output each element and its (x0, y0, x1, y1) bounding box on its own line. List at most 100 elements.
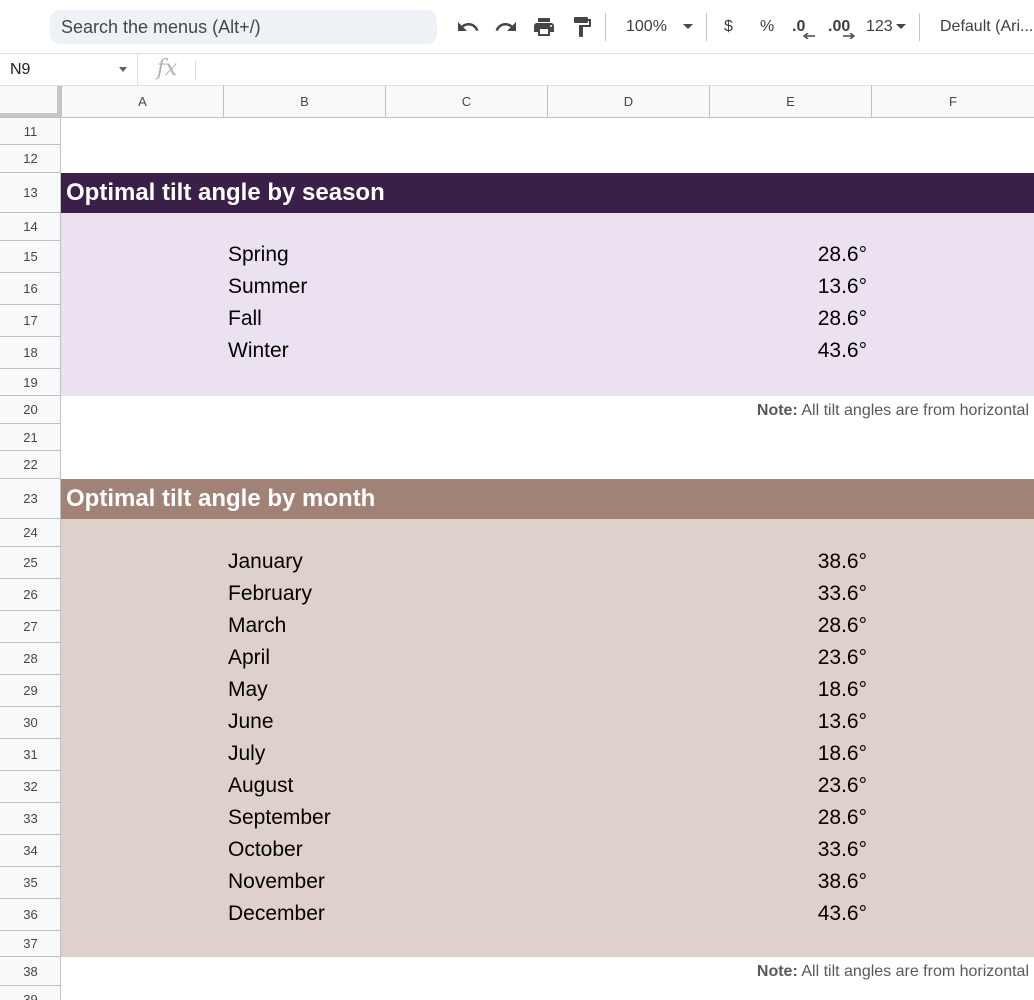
season-section-header[interactable]: Optimal tilt angle by season (61, 173, 1034, 213)
chevron-down-icon[interactable] (119, 67, 127, 72)
row-header-bar: 11 12 13 14 15 16 17 18 19 20 21 22 23 2… (0, 118, 61, 1000)
row-header[interactable]: 15 (0, 241, 60, 273)
chevron-down-icon[interactable] (680, 13, 696, 41)
month-value: 13.6° (817, 710, 867, 733)
formula-separator (195, 60, 196, 80)
season-label: Winter (228, 339, 289, 362)
zoom-select[interactable]: 100% (626, 13, 667, 41)
month-section-title: Optimal tilt angle by month (66, 485, 376, 512)
season-label: Fall (228, 307, 262, 330)
column-header-b[interactable]: B (223, 86, 385, 117)
season-note: Note: All tilt angles are from horizonta… (757, 402, 1029, 420)
month-value: 23.6° (817, 646, 867, 669)
row-header[interactable]: 35 (0, 867, 60, 899)
toolbar-separator (919, 13, 920, 41)
column-header-c[interactable]: C (385, 86, 547, 117)
season-value: 28.6° (817, 243, 867, 266)
column-header-f[interactable]: F (871, 86, 1034, 117)
month-value: 18.6° (817, 678, 867, 701)
row-header[interactable]: 20 (0, 396, 60, 424)
fx-icon: fx (156, 56, 178, 81)
toolbar-separator (706, 13, 707, 41)
number-format-select[interactable]: 123 (866, 13, 893, 41)
season-section-body[interactable]: Spring 28.6° Summer 13.6° Fall 28.6° Win… (61, 213, 1034, 396)
month-value: 28.6° (817, 806, 867, 829)
undo-icon[interactable] (454, 13, 482, 41)
row-header[interactable]: 19 (0, 369, 60, 396)
row-header[interactable]: 18 (0, 337, 60, 369)
row-header[interactable]: 34 (0, 835, 60, 867)
chevron-down-icon[interactable] (894, 13, 908, 41)
row-header[interactable]: 38 (0, 957, 60, 986)
row-header[interactable]: 26 (0, 579, 60, 611)
arrow-left-icon (802, 32, 816, 40)
font-select[interactable]: Default (Ari... (940, 13, 1033, 41)
search-menus-input[interactable]: Search the menus (Alt+/) (50, 10, 437, 44)
season-value: 13.6° (817, 275, 867, 298)
season-label: Spring (228, 243, 289, 266)
row-header[interactable]: 21 (0, 424, 60, 451)
row-header[interactable]: 36 (0, 899, 60, 931)
row-header[interactable]: 17 (0, 305, 60, 337)
column-header-e[interactable]: E (709, 86, 871, 117)
percent-format-button[interactable]: % (760, 13, 774, 41)
column-header-bar: A B C D E F (0, 86, 1034, 118)
row-header[interactable]: 24 (0, 519, 60, 547)
row-header[interactable]: 31 (0, 739, 60, 771)
month-label: May (228, 678, 268, 701)
season-label: Summer (228, 275, 308, 298)
month-label: March (228, 614, 287, 637)
row-header[interactable]: 27 (0, 611, 60, 643)
column-header-d[interactable]: D (547, 86, 709, 117)
column-header-a[interactable]: A (61, 86, 223, 117)
row-header[interactable]: 14 (0, 213, 60, 241)
row-header[interactable]: 33 (0, 803, 60, 835)
month-label: December (228, 902, 325, 925)
toolbar: Search the menus (Alt+/) 100% $ % .0 .00… (0, 0, 1034, 54)
row-header[interactable]: 29 (0, 675, 60, 707)
month-label: June (228, 710, 274, 733)
season-value: 43.6° (817, 339, 867, 362)
month-label: November (228, 870, 325, 893)
currency-format-button[interactable]: $ (724, 13, 733, 41)
row-header[interactable]: 13 (0, 173, 60, 213)
month-label: February (228, 582, 313, 605)
row-header[interactable]: 12 (0, 145, 60, 173)
formula-bar: N9 fx (0, 54, 1034, 86)
row-header[interactable]: 28 (0, 643, 60, 675)
sheet-grid[interactable]: Optimal tilt angle by season Spring 28.6… (61, 118, 1034, 1000)
month-label: April (228, 646, 271, 669)
name-box[interactable]: N9 (0, 54, 138, 86)
row-header[interactable]: 11 (0, 118, 60, 145)
row-header[interactable]: 16 (0, 273, 60, 305)
month-label: January (228, 550, 303, 573)
row-header[interactable]: 32 (0, 771, 60, 803)
row-header[interactable]: 22 (0, 451, 60, 479)
month-note: Note: All tilt angles are from horizonta… (757, 963, 1029, 981)
row-header[interactable]: 25 (0, 547, 60, 579)
season-section-title: Optimal tilt angle by season (66, 179, 385, 206)
month-value: 43.6° (817, 902, 867, 925)
month-value: 38.6° (817, 870, 867, 893)
month-section-header[interactable]: Optimal tilt angle by month (61, 479, 1034, 519)
cell-reference: N9 (10, 61, 31, 78)
paint-format-icon[interactable] (568, 13, 596, 41)
month-label: July (228, 742, 266, 765)
print-icon[interactable] (530, 13, 558, 41)
month-value: 38.6° (817, 550, 867, 573)
note-text: All tilt angles are from horizontal (797, 963, 1029, 980)
arrow-right-icon (842, 32, 856, 40)
row-header[interactable]: 37 (0, 931, 60, 957)
month-value: 18.6° (817, 742, 867, 765)
row-header[interactable]: 23 (0, 479, 60, 519)
month-value: 28.6° (817, 614, 867, 637)
season-value: 28.6° (817, 307, 867, 330)
row-header[interactable]: 30 (0, 707, 60, 739)
select-all-corner[interactable] (0, 86, 61, 117)
month-label: September (228, 806, 331, 829)
month-section-body[interactable]: January 38.6° February 33.6° March 28.6°… (61, 519, 1034, 957)
note-text: All tilt angles are from horizontal (797, 402, 1029, 419)
row-header[interactable]: 39 (0, 986, 60, 1000)
redo-icon[interactable] (492, 13, 520, 41)
note-label: Note: (756, 963, 798, 980)
